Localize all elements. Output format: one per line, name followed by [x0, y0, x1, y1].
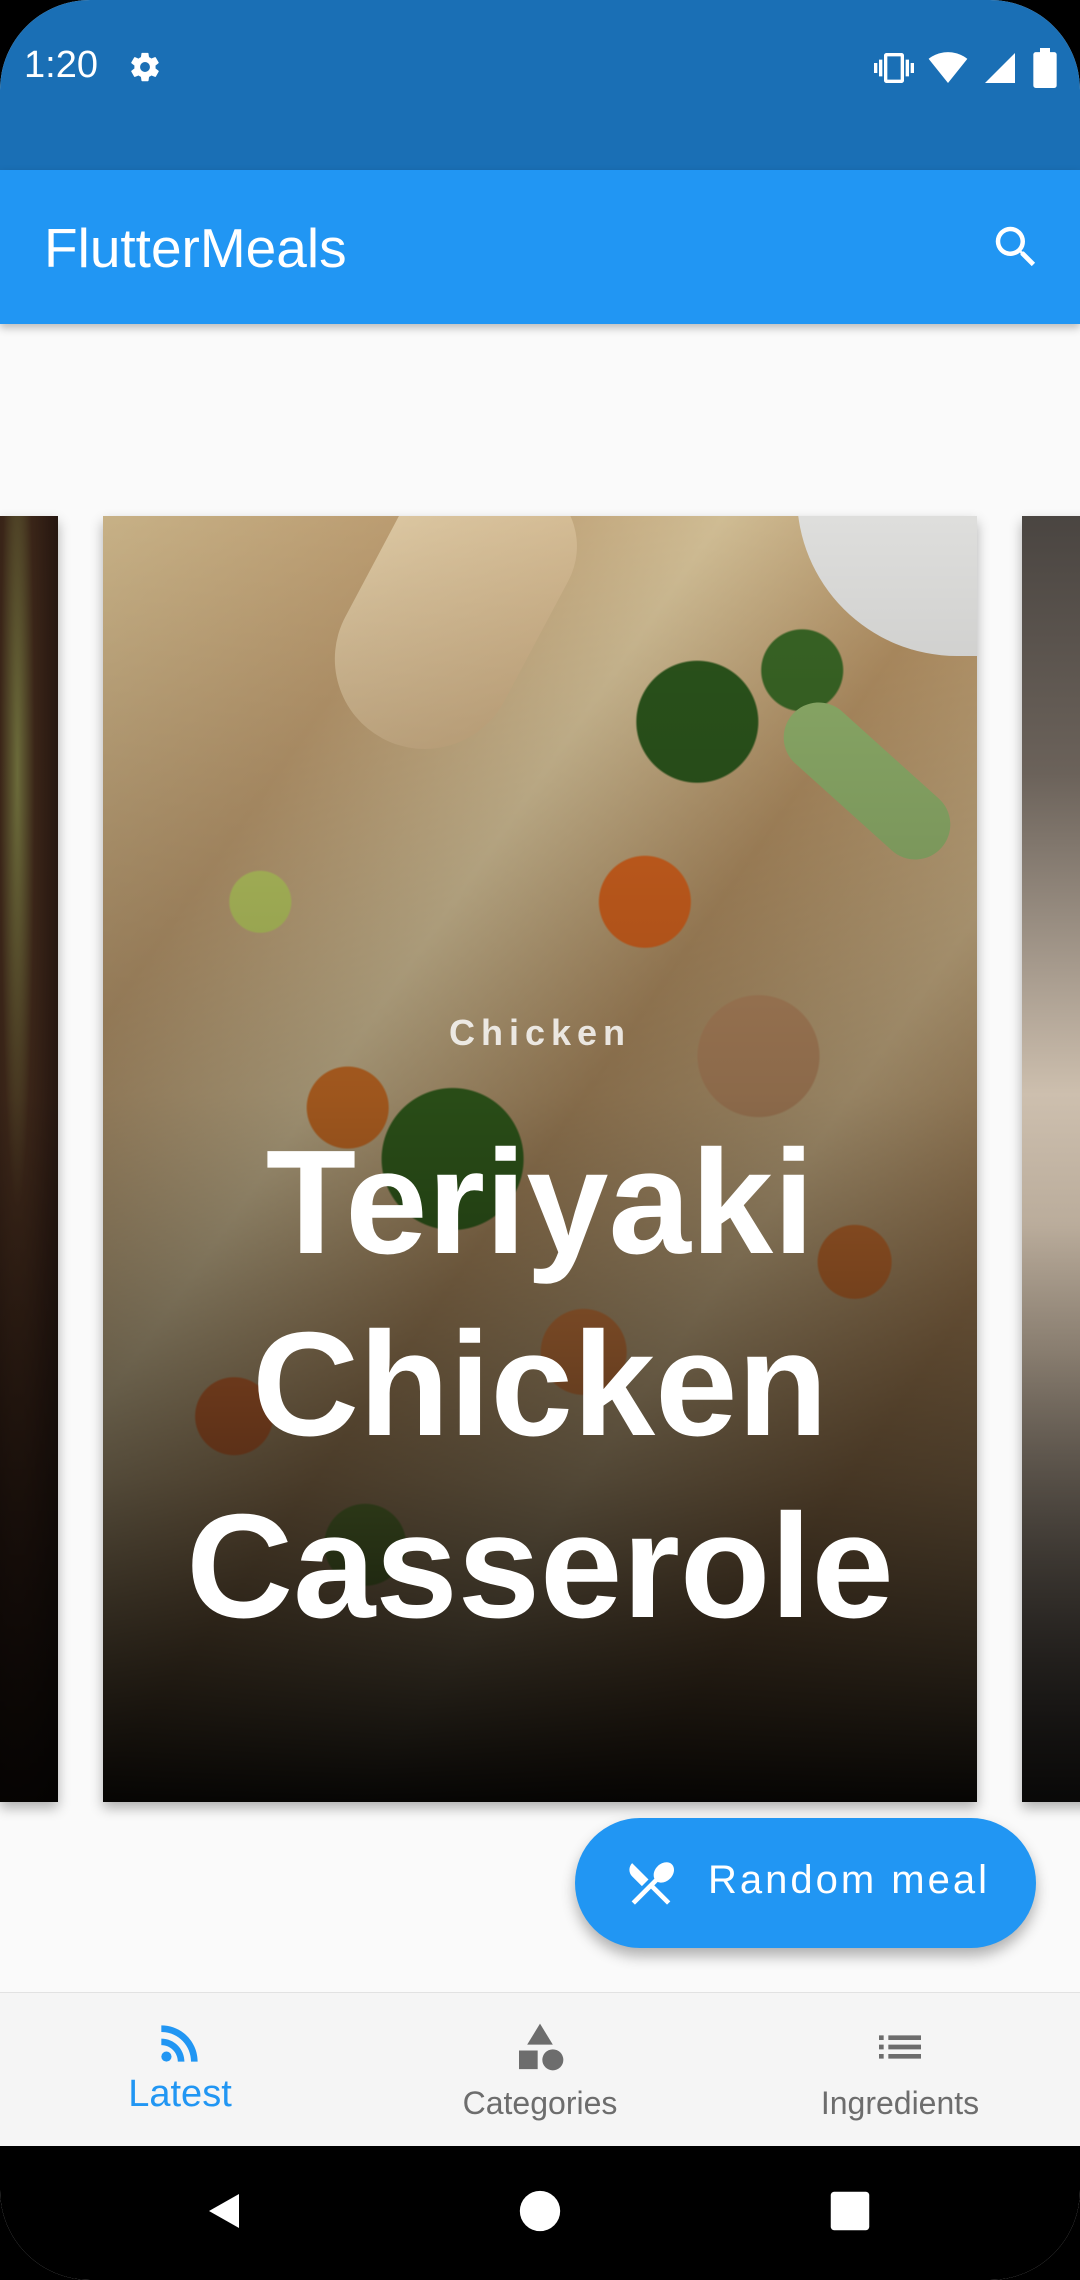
- utensils-icon: [629, 1862, 675, 1905]
- nav-label-categories: Categories: [462, 2085, 618, 2121]
- nav-label-ingredients: Ingredients: [820, 2085, 980, 2121]
- vibrate-icon: [874, 53, 914, 83]
- back-button[interactable]: [190, 2176, 260, 2246]
- meal-category: Chicken: [448, 1012, 632, 1053]
- random-meal-button[interactable]: Random meal: [575, 1818, 1036, 1948]
- nav-item-latest[interactable]: Latest: [0, 1993, 360, 2147]
- bottom-navigation: Latest Categories Ingredients: [0, 1992, 1080, 2147]
- category-shapes-icon: [519, 2023, 564, 2071]
- meal-title-line: Teriyaki: [265, 1120, 815, 1285]
- meal-title: Teriyaki Chicken Casserole: [0, 1112, 1080, 1658]
- search-icon: [995, 226, 1036, 267]
- signal-icon: [985, 53, 1015, 83]
- random-meal-label: Random meal: [708, 1858, 991, 1902]
- rss-feed-icon: [161, 2025, 198, 2062]
- battery-icon: [1033, 48, 1057, 88]
- nav-item-categories[interactable]: Categories: [360, 1993, 720, 2147]
- status-icons: [874, 48, 1058, 88]
- list-icon: [879, 2035, 921, 2059]
- app-bar: FlutterMeals: [0, 170, 1080, 324]
- recents-button[interactable]: [815, 2176, 885, 2246]
- home-button[interactable]: [505, 2176, 575, 2246]
- back-icon: [209, 2194, 239, 2228]
- home-icon: [519, 2190, 561, 2232]
- nav-label-latest: Latest: [128, 2073, 232, 2115]
- status-bar: 1:20: [0, 0, 1080, 170]
- status-time: 1:20: [24, 44, 98, 86]
- wifi-icon: [928, 52, 968, 83]
- meal-title-line: Casserole: [186, 1484, 894, 1649]
- app-title: FlutterMeals: [44, 217, 347, 279]
- nav-item-ingredients[interactable]: Ingredients: [720, 1993, 1080, 2147]
- meal-title-line: Chicken: [252, 1302, 828, 1467]
- search-button[interactable]: [980, 211, 1052, 283]
- system-navigation-bar: [0, 2146, 1080, 2280]
- screen: 1:20 FlutterMeals Chicken Teriyaki Chick…: [0, 0, 1080, 2280]
- settings-icon: [131, 52, 159, 82]
- recents-icon: [830, 2191, 870, 2231]
